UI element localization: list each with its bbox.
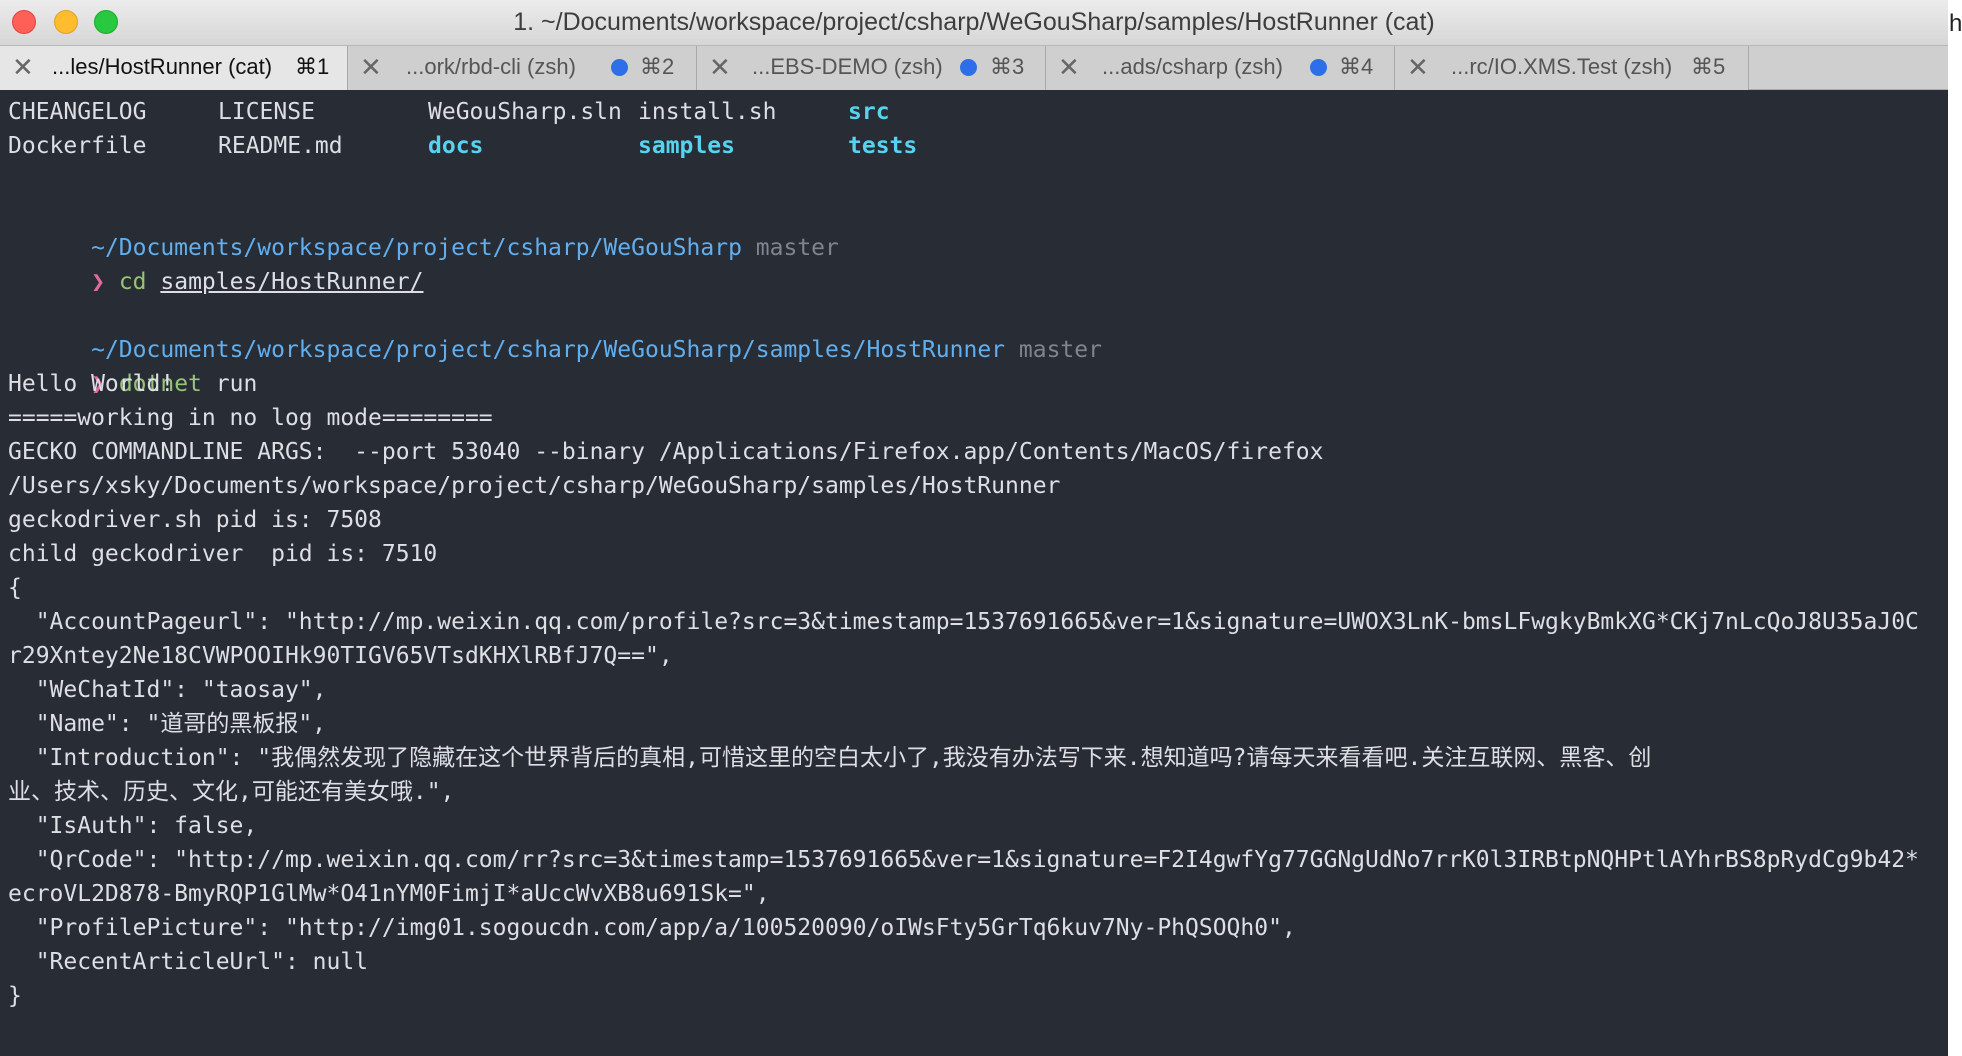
tab-bar: ✕ ...les/HostRunner (cat) ⌘1 ✕ ...ork/rb…	[0, 45, 1948, 90]
output-line: ecroVL2D878-BmyRQP1GlMw*O41nYM0FimjI*aUc…	[8, 881, 770, 907]
output-line: =====working in no log mode========	[8, 405, 493, 431]
tab-1[interactable]: ✕ ...les/HostRunner (cat) ⌘1	[0, 46, 348, 90]
tab-label: ...les/HostRunner (cat)	[52, 54, 273, 79]
tab-close-icon[interactable]: ✕	[709, 46, 731, 88]
activity-dot-icon	[1310, 59, 1327, 76]
tab-2[interactable]: ✕ ...ork/rbd-cli (zsh) ⌘2	[348, 46, 697, 90]
output-line: Hello World!	[8, 371, 175, 397]
git-branch: master	[1018, 337, 1102, 363]
tab-label: ...ads/csharp (zsh)	[1102, 54, 1283, 79]
tab-shortcut: ⌘1	[295, 54, 330, 79]
prompt-line: ~/Documents/workspace/project/csharp/WeG…	[8, 197, 839, 261]
tab-4[interactable]: ✕ ...ads/csharp (zsh) ⌘4	[1046, 46, 1395, 90]
ls-entry: Dockerfile	[8, 133, 147, 159]
edge-glyph: h	[1949, 10, 1962, 37]
prompt-arrow-icon: ❯	[91, 269, 105, 295]
tab-close-icon[interactable]: ✕	[12, 46, 34, 88]
ls-dir-entry: src	[848, 99, 890, 125]
output-line: geckodriver.sh pid is: 7508	[8, 507, 382, 533]
ls-entry: WeGouSharp.sln	[428, 99, 622, 125]
tab-3[interactable]: ✕ ...EBS-DEMO (zsh) ⌘3	[697, 46, 1046, 90]
tab-close-icon[interactable]: ✕	[1407, 46, 1429, 88]
tab-label: ...rc/IO.XMS.Test (zsh)	[1451, 54, 1673, 79]
command-argument: samples/HostRunner/	[160, 269, 424, 295]
output-line: r29Xntey2Ne18CVWPOOIHk90TIGV65VTsdKHXlRB…	[8, 643, 673, 669]
ls-dir-entry: tests	[848, 133, 918, 159]
ls-row: Dockerfile README.md docs samples tests	[8, 129, 917, 163]
output-line: "IsAuth": false,	[8, 813, 258, 839]
activity-dot-icon	[611, 59, 628, 76]
command-line: ❯ dotnet run	[8, 333, 257, 397]
title-bar[interactable]: 1. ~/Documents/workspace/project/csharp/…	[0, 0, 1948, 45]
ls-entry: LICENSE	[218, 99, 315, 125]
tab-label: ...EBS-DEMO (zsh)	[752, 54, 943, 79]
background-window-edge: h	[1948, 0, 1962, 1056]
output-line: /Users/xsky/Documents/workspace/project/…	[8, 473, 1061, 499]
activity-dot-icon	[960, 59, 977, 76]
command-argument: run	[215, 371, 258, 397]
output-line: GECKO COMMANDLINE ARGS: --port 53040 --b…	[8, 439, 1324, 465]
output-line: "Introduction": "我偶然发现了隐藏在这个世界背后的真相,可惜这里…	[8, 745, 1652, 771]
output-line: }	[8, 983, 22, 1009]
ls-entry: CHEANGELOG	[8, 99, 147, 125]
ls-dir-entry: samples	[638, 133, 735, 159]
tab-5[interactable]: ✕ ...rc/IO.XMS.Test (zsh) ⌘5	[1395, 46, 1749, 90]
command-line: ❯ cd samples/HostRunner/	[8, 231, 423, 295]
tab-shortcut: ⌘3	[990, 54, 1025, 79]
tab-close-icon[interactable]: ✕	[360, 46, 382, 88]
output-line: child geckodriver pid is: 7510	[8, 541, 438, 567]
output-line: {	[8, 575, 22, 601]
ls-entry: README.md	[218, 133, 343, 159]
ls-row: CHEANGELOG LICENSE WeGouSharp.sln instal…	[8, 95, 890, 129]
ls-entry: install.sh	[638, 99, 777, 125]
tab-shortcut: ⌘4	[1339, 54, 1374, 79]
tab-shortcut: ⌘5	[1691, 54, 1726, 79]
output-line: "QrCode": "http://mp.weixin.qq.com/rr?sr…	[8, 847, 1919, 873]
tab-shortcut: ⌘2	[640, 54, 675, 79]
prompt-line: ~/Documents/workspace/project/csharp/WeG…	[8, 299, 1102, 363]
git-branch: master	[755, 235, 839, 261]
output-line: "RecentArticleUrl": null	[8, 949, 369, 975]
ls-dir-entry: docs	[428, 133, 484, 159]
tab-label: ...ork/rbd-cli (zsh)	[406, 54, 576, 79]
output-line: "WeChatId": "taosay",	[8, 677, 327, 703]
output-line: 业、技术、历史、文化,可能还有美女哦.",	[8, 779, 455, 805]
output-line: "ProfilePicture": "http://img01.sogoucdn…	[8, 915, 1296, 941]
window-title: 1. ~/Documents/workspace/project/csharp/…	[513, 8, 1435, 36]
output-line: "Name": "道哥的黑板报",	[8, 711, 327, 737]
command-name: cd	[118, 269, 147, 295]
output-line: "AccountPageurl": "http://mp.weixin.qq.c…	[8, 609, 1919, 635]
tab-close-icon[interactable]: ✕	[1058, 46, 1080, 88]
terminal-window: 1. ~/Documents/workspace/project/csharp/…	[0, 0, 1948, 1056]
terminal-output[interactable]: CHEANGELOG LICENSE WeGouSharp.sln instal…	[0, 91, 1948, 1056]
